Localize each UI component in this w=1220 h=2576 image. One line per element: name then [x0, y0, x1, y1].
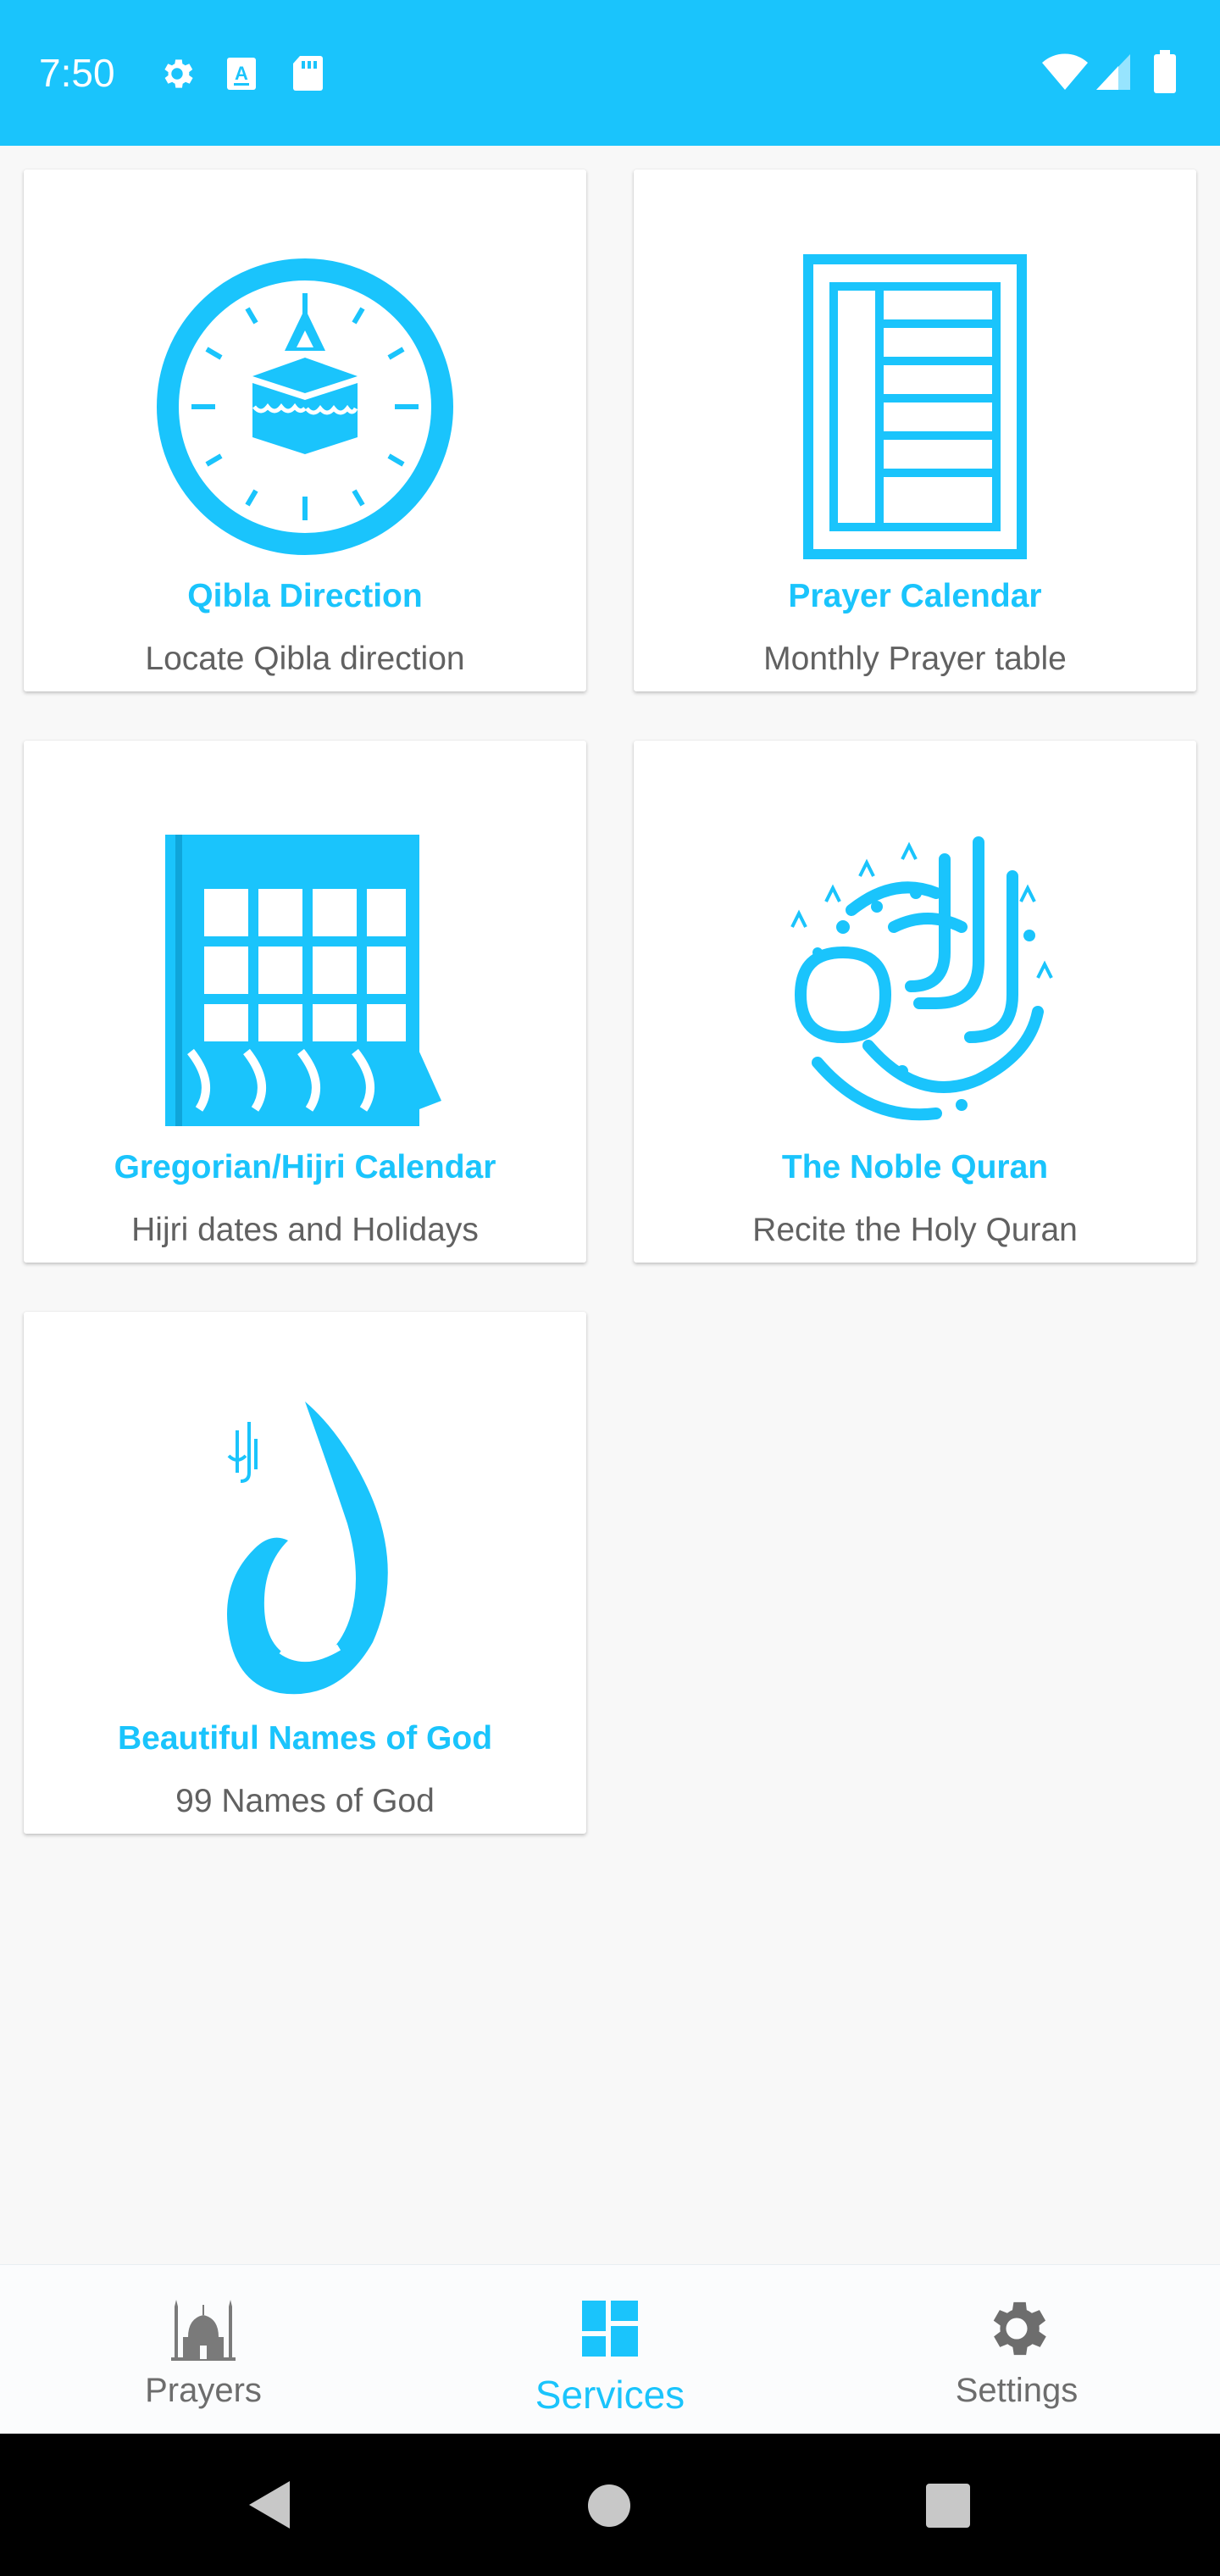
- cell-signal-icon: [1095, 53, 1132, 95]
- calendar-icon: [24, 825, 586, 1130]
- status-bar: 7:50 A: [0, 0, 1220, 146]
- card-title: The Noble Quran: [781, 1149, 1049, 1185]
- sd-card-icon: [291, 54, 324, 95]
- gear-icon: [980, 2290, 1053, 2367]
- card-subtitle: Recite the Holy Quran: [752, 1212, 1078, 1248]
- system-navigation-bar: [0, 2434, 1220, 2576]
- allah-calligraphy-icon: [24, 1396, 586, 1702]
- nav-item-prayers[interactable]: Prayers: [0, 2265, 407, 2434]
- services-screen: 7:50 A Qibla Direction Locate Qibla dire…: [0, 0, 1220, 2576]
- status-time: 7:50: [39, 51, 115, 95]
- mosque-icon: [169, 2290, 237, 2367]
- card-title: Qibla Direction: [187, 578, 423, 614]
- font-a-icon: A: [225, 56, 258, 95]
- service-card-names-of-god[interactable]: Beautiful Names of God 99 Names of God: [24, 1312, 586, 1834]
- home-button[interactable]: [586, 2483, 632, 2532]
- nav-label: Settings: [955, 2372, 1079, 2409]
- service-card-quran[interactable]: The Noble Quran Recite the Holy Quran: [634, 741, 1196, 1263]
- gear-icon: [158, 54, 197, 97]
- service-card-prayer-calendar[interactable]: Prayer Calendar Monthly Prayer table: [634, 169, 1196, 691]
- service-card-hijri-calendar[interactable]: Gregorian/Hijri Calendar Hijri dates and…: [24, 741, 586, 1263]
- quran-calligraphy-icon: [634, 825, 1196, 1130]
- battery-icon: [1152, 49, 1178, 98]
- card-subtitle: Monthly Prayer table: [763, 641, 1067, 677]
- card-title: Prayer Calendar: [788, 578, 1042, 614]
- dashboard-icon: [582, 2290, 638, 2367]
- bottom-navigation: Prayers Services Settings: [0, 2264, 1220, 2434]
- nav-item-services[interactable]: Services: [407, 2265, 813, 2434]
- qibla-compass-icon: [24, 254, 586, 559]
- card-subtitle: Locate Qibla direction: [145, 641, 465, 677]
- recents-button[interactable]: [925, 2483, 971, 2532]
- service-card-qibla[interactable]: Qibla Direction Locate Qibla direction: [24, 169, 586, 691]
- card-title: Gregorian/Hijri Calendar: [114, 1149, 496, 1185]
- nav-label: Services: [535, 2373, 685, 2417]
- nav-item-settings[interactable]: Settings: [813, 2265, 1220, 2434]
- card-title: Beautiful Names of God: [117, 1720, 493, 1757]
- svg-text:A: A: [235, 63, 248, 84]
- card-subtitle: 99 Names of God: [175, 1783, 435, 1819]
- card-subtitle: Hijri dates and Holidays: [131, 1212, 479, 1248]
- back-button[interactable]: [244, 2478, 295, 2535]
- wifi-icon: [1040, 53, 1090, 95]
- nav-label: Prayers: [145, 2372, 262, 2409]
- prayer-table-icon: [634, 254, 1196, 559]
